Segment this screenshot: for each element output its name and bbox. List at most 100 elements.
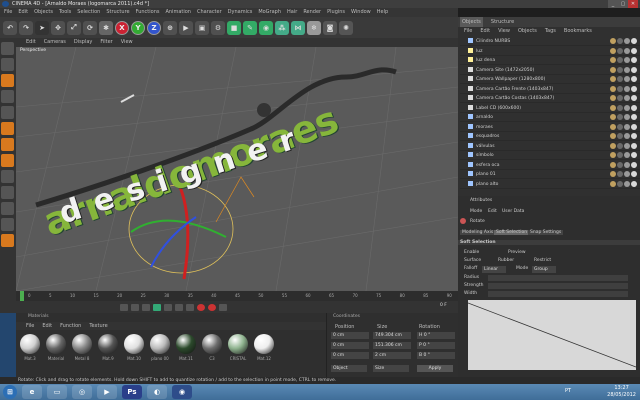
size-field[interactable]: 749.304 cm — [373, 332, 411, 339]
camera-icon[interactable]: ◙ — [323, 20, 337, 35]
objects-menu-file[interactable]: File — [464, 27, 472, 35]
object-row[interactable]: símbolo — [460, 151, 640, 160]
material-tag-icon[interactable] — [617, 161, 623, 168]
start-button-icon[interactable]: ⊞ — [3, 385, 17, 399]
material-tag-icon[interactable] — [631, 171, 637, 177]
playhead[interactable] — [20, 291, 24, 301]
material-tag-icon[interactable] — [617, 38, 623, 44]
workplane-icon[interactable] — [1, 202, 14, 215]
coordinate-system-icon[interactable]: ⊕ — [163, 20, 177, 35]
menu-edit[interactable]: Edit — [18, 8, 28, 17]
material-tag-icon[interactable] — [624, 180, 630, 187]
timeline-ruler[interactable]: 0 5 10 15 20 25 30 35 40 45 50 55 60 65 70 75 80 85 90 — [16, 291, 458, 301]
material-tag-icon[interactable] — [631, 57, 637, 63]
goto-start-button[interactable] — [120, 303, 128, 311]
viewport-menu-display[interactable]: Display — [74, 38, 92, 47]
material-tag-icon[interactable] — [631, 161, 637, 168]
materials-menu-texture[interactable]: Texture — [89, 322, 107, 330]
material-ball[interactable] — [176, 334, 196, 354]
position-field[interactable]: 0 cm — [331, 332, 369, 339]
material-tag-icon[interactable] — [610, 152, 616, 158]
material-tag-icon[interactable] — [631, 152, 637, 158]
size-field[interactable]: 151.306 cm — [373, 342, 411, 349]
mograph-icon[interactable] — [1, 234, 14, 247]
material-tag-icon[interactable] — [610, 171, 616, 177]
material-tag-icon[interactable] — [617, 85, 623, 92]
objects-menu-view[interactable]: View — [498, 27, 510, 35]
material-tag-icon[interactable] — [617, 133, 623, 139]
render-settings-icon[interactable]: ⚙ — [211, 20, 225, 35]
material-tag-icon[interactable] — [617, 104, 623, 111]
select-arrow-icon[interactable]: ➤ — [35, 20, 49, 35]
menu-help[interactable]: Help — [377, 8, 388, 17]
prev-key-button[interactable] — [131, 303, 139, 311]
menu-tools[interactable]: Tools — [59, 8, 71, 17]
viewport-menu-edit[interactable]: Edit — [26, 38, 36, 47]
material-tag-icon[interactable] — [631, 123, 637, 130]
menu-objects[interactable]: Objects — [34, 8, 53, 17]
enable-checkbox[interactable]: Enable — [464, 250, 479, 255]
material-tag-icon[interactable] — [624, 114, 630, 120]
array-icon[interactable]: ⁂ — [275, 20, 289, 35]
radius-slider[interactable] — [488, 275, 628, 281]
material-tag-icon[interactable] — [624, 104, 630, 111]
material-ball[interactable] — [124, 334, 144, 354]
system-clock[interactable]: 13:27 28/05/2012 — [607, 385, 636, 399]
object-row[interactable]: Label CD (600x600) — [460, 104, 640, 113]
material-tag-icon[interactable] — [624, 85, 630, 92]
chrome-icon[interactable]: ◎ — [72, 385, 92, 399]
nurbs-icon[interactable]: ◉ — [259, 20, 273, 35]
material-ball[interactable] — [98, 334, 118, 354]
material-tag-icon[interactable] — [624, 123, 630, 130]
restrict-checkbox[interactable]: Restrict — [534, 258, 551, 263]
menu-functions[interactable]: Functions — [136, 8, 160, 17]
photoshop-icon[interactable]: Ps — [122, 385, 142, 399]
objects-menu-bookmarks[interactable]: Bookmarks — [564, 27, 592, 35]
texture-mode-icon[interactable] — [1, 90, 14, 103]
material-tag-icon[interactable] — [610, 85, 616, 92]
material-ball[interactable] — [46, 334, 66, 354]
firefox-icon[interactable]: ◐ — [147, 385, 167, 399]
pen-spline-icon[interactable]: ✎ — [243, 20, 257, 35]
mode-select[interactable]: Group — [532, 266, 556, 273]
material-tag-icon[interactable] — [631, 95, 637, 101]
material-tag-icon[interactable] — [631, 114, 637, 120]
surface-checkbox[interactable]: Surface — [464, 258, 481, 263]
object-row[interactable]: Cilindro NURBS — [460, 37, 640, 46]
preview-checkbox[interactable]: Preview — [508, 250, 526, 255]
object-row[interactable]: plano alto — [460, 180, 640, 189]
cube-primitive-icon[interactable]: ■ — [227, 20, 241, 35]
material-tag-icon[interactable] — [610, 38, 616, 44]
material-tag-icon[interactable] — [624, 161, 630, 168]
position-field[interactable]: 0 cm — [331, 342, 369, 349]
render-view-icon[interactable]: ▶ — [179, 20, 193, 35]
folder-icon[interactable]: ▭ — [47, 385, 67, 399]
menu-structure[interactable]: Structure — [106, 8, 129, 17]
material-tag-icon[interactable] — [610, 57, 616, 63]
material-tag-icon[interactable] — [617, 123, 623, 130]
material-tag-icon[interactable] — [631, 66, 637, 73]
environment-icon[interactable]: ❄ — [307, 20, 321, 35]
rotation-handle-z[interactable] — [150, 216, 197, 268]
material-tag-icon[interactable] — [624, 152, 630, 158]
material-tag-icon[interactable] — [624, 76, 630, 82]
material-tag-icon[interactable] — [624, 47, 630, 54]
object-row[interactable]: esfera oca — [460, 161, 640, 170]
material-ball[interactable] — [254, 334, 274, 354]
move-icon[interactable]: ✥ — [51, 20, 65, 35]
material-tag-icon[interactable] — [617, 95, 623, 101]
next-frame-button[interactable] — [164, 303, 172, 311]
menu-dynamics[interactable]: Dynamics — [228, 8, 253, 17]
viewport-menu-cameras[interactable]: Cameras — [44, 38, 66, 47]
y-axis-lock-button[interactable]: Y — [131, 20, 145, 35]
attributes-menu-mode[interactable]: Mode — [470, 209, 482, 214]
material-tag-icon[interactable] — [610, 123, 616, 130]
falloff-graph[interactable] — [468, 300, 636, 370]
undo-icon[interactable]: ↶ — [3, 20, 17, 35]
menu-window[interactable]: Window — [351, 8, 371, 17]
material-tag-icon[interactable] — [610, 95, 616, 101]
quantize-icon[interactable] — [1, 218, 14, 231]
objects-menu-edit[interactable]: Edit — [480, 27, 490, 35]
menu-mograph[interactable]: MoGraph — [258, 8, 281, 17]
material-tag-icon[interactable] — [624, 57, 630, 63]
